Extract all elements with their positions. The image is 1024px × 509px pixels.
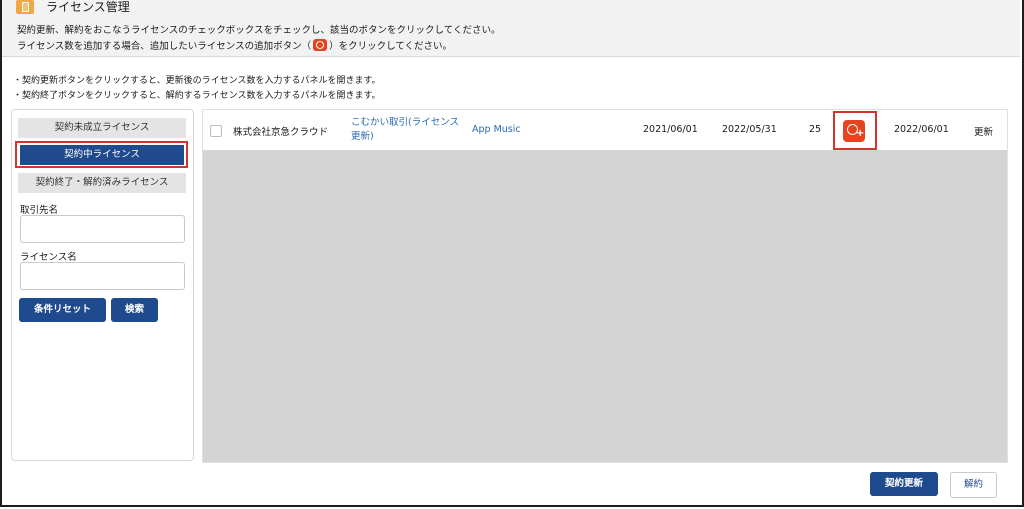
license-name-input[interactable] (20, 262, 185, 290)
partner-input[interactable] (20, 215, 185, 243)
cancel-contract-button[interactable]: 解約 (950, 472, 997, 498)
partner-label: 取引先名 (20, 205, 59, 216)
product-link[interactable]: App Music (472, 124, 521, 135)
instruction-text-1: 契約更新、解約をおこなうライセンスのチェックボックスをチェックし、該当のボタンを… (17, 25, 501, 36)
note-renew: ・契約更新ボタンをクリックすると、更新後のライセンス数を入力するパネルを開きます… (13, 76, 381, 86)
instruction-text-2-after: ）をクリックしてください。 (329, 41, 453, 52)
add-license-icon[interactable] (843, 120, 865, 142)
license-table: 株式会社京急クラウド こむかい取引(ライセンス更新) App Music 202… (202, 109, 1008, 463)
row-checkbox[interactable] (210, 125, 222, 137)
next-date: 2022/06/01 (894, 124, 949, 135)
search-button[interactable]: 検索 (111, 298, 158, 322)
instruction-text-2: ライセンス数を追加する場合、追加したいライセンスの追加ボタン（ ）をクリックしてく… (17, 39, 452, 53)
reset-button[interactable]: 条件リセット (19, 298, 106, 322)
deal-link[interactable]: こむかい取引(ライセンス更新) (351, 116, 461, 144)
license-book-icon (16, 0, 34, 14)
tab-unsigned-licenses[interactable]: 契約未成立ライセンス (18, 118, 186, 138)
page-header: ライセンス管理 契約更新、解約をおこなうライセンスのチェックボックスをチェックし… (2, 0, 1020, 57)
end-date: 2022/05/31 (722, 124, 777, 135)
renew-contract-button[interactable]: 契約更新 (870, 472, 938, 496)
company-name: 株式会社京急クラウド (233, 127, 329, 138)
status-text: 更新 (974, 127, 994, 138)
license-name-label: ライセンス名 (20, 252, 77, 263)
filter-panel: 契約未成立ライセンス 契約中ライセンス 契約終了・解約済みライセンス 取引先名 … (11, 109, 194, 461)
start-date: 2021/06/01 (643, 124, 698, 135)
tab-active-licenses[interactable]: 契約中ライセンス (20, 145, 184, 165)
license-count: 25 (809, 124, 822, 135)
tab-ended-licenses[interactable]: 契約終了・解約済みライセンス (18, 173, 186, 193)
table-row: 株式会社京急クラウド こむかい取引(ライセンス更新) App Music 202… (203, 110, 1007, 150)
page-title: ライセンス管理 (46, 0, 130, 14)
note-terminate: ・契約終了ボタンをクリックすると、解約するライセンス数を入力するパネルを開きます… (13, 91, 381, 101)
instruction-text-2-before: ライセンス数を追加する場合、追加したいライセンスの追加ボタン（ (17, 41, 312, 52)
add-license-icon (313, 39, 328, 51)
